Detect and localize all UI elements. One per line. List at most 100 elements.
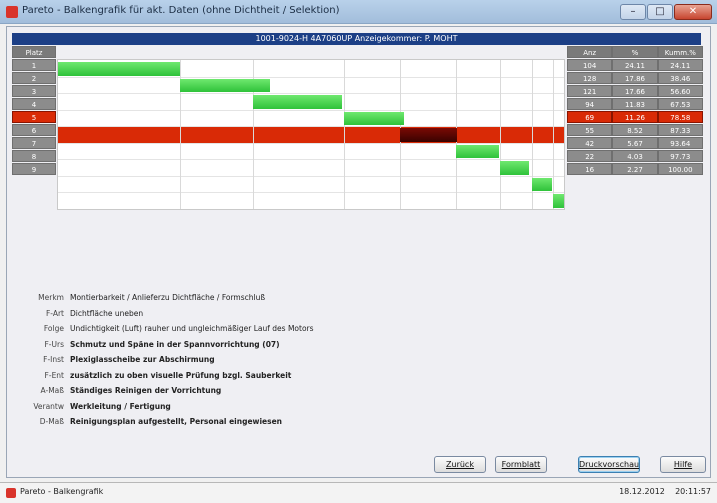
- value-row: 55 8.52 87.33: [567, 124, 703, 136]
- cumulative-cell: 38.46: [657, 72, 703, 84]
- grid-line: [58, 93, 564, 95]
- count-cell: 55: [567, 124, 613, 136]
- info-label: D-Maß: [39, 417, 64, 426]
- value-row: 128 17.86 38.46: [567, 72, 703, 84]
- title-bar: Pareto - Balkengrafik für akt. Daten (oh…: [0, 0, 717, 24]
- chart-bar: [552, 194, 564, 208]
- percent-cell: 17.66: [612, 85, 658, 97]
- info-value: Ständiges Reinigen der Vorrichtung: [70, 386, 222, 395]
- status-date: 18.12.2012: [619, 487, 665, 496]
- info-line: Merkm Montierbarkeit / Anlieferzu Dichtfl…: [22, 293, 582, 309]
- info-label: F-Inst: [43, 355, 64, 364]
- count-cell: 94: [567, 98, 613, 110]
- minimize-button[interactable]: –: [620, 4, 646, 20]
- rank-cell: 6: [12, 124, 56, 136]
- info-label: Merkm: [38, 293, 64, 302]
- status-text: Pareto - Balkengrafik: [20, 487, 104, 496]
- rank-cell: 8: [12, 150, 56, 162]
- chart-bar: [179, 78, 271, 93]
- cumulative-cell: 78.58: [657, 111, 703, 123]
- grid-line: [58, 192, 564, 194]
- grid-line: [58, 126, 564, 128]
- grid-line: [58, 109, 564, 111]
- header-count: Anz: [567, 46, 613, 58]
- chart-bar: [58, 62, 180, 76]
- app-icon: [6, 488, 16, 498]
- info-line: F-Inst Plexiglasscheibe zur Abschirmung: [22, 355, 582, 371]
- percent-cell: 4.03: [612, 150, 658, 162]
- pareto-chart: [57, 59, 565, 210]
- count-cell: 42: [567, 137, 613, 149]
- chart-bar: [499, 161, 529, 175]
- info-line: A-Maß Ständiges Reinigen der Vorrichtung: [22, 386, 582, 402]
- info-panel: Merkm Montierbarkeit / Anlieferzu Dichtfl…: [22, 293, 582, 433]
- info-label: F-Ent: [44, 370, 64, 380]
- count-cell: 128: [567, 72, 613, 84]
- info-line: Verantw Werkleitung / Fertigung: [22, 402, 582, 418]
- percent-cell: 11.26: [612, 111, 658, 123]
- count-cell: 16: [567, 163, 613, 175]
- rank-cell: 4: [12, 98, 56, 110]
- chart-bar: [455, 144, 499, 159]
- info-label: F-Urs: [44, 339, 64, 349]
- grid-line: [58, 142, 564, 144]
- info-value: Plexiglasscheibe zur Abschirmung: [70, 355, 215, 364]
- chart-bar: [252, 95, 342, 109]
- percent-cell: 2.27: [612, 163, 658, 175]
- cumulative-cell: 67.53: [657, 98, 703, 110]
- info-line: Folge Undichtigkeit (Luft) rauher und ung…: [22, 324, 582, 340]
- info-label: F-Art: [45, 308, 64, 318]
- header-cumulative: Kumm.%: [657, 46, 703, 58]
- header-percent: %: [612, 46, 658, 58]
- print-preview-button[interactable]: Druckvorschau: [578, 456, 640, 473]
- percent-cell: 5.67: [612, 137, 658, 149]
- grid-line: [552, 60, 554, 209]
- info-line: F-Art Dichtfläche uneben: [22, 309, 582, 325]
- chart-bar: [531, 177, 553, 192]
- status-bar: Pareto - Balkengrafik 18.12.2012 20:11:5…: [0, 482, 717, 503]
- info-line: F-Urs Schmutz und Späne in der Spannvorri…: [22, 340, 582, 356]
- cumulative-cell: 56.60: [657, 85, 703, 97]
- format-button[interactable]: Formblatt: [495, 456, 547, 473]
- chart-header: 1001-9024-H 4A7060UP Anzeigekommer: P. M…: [12, 33, 701, 45]
- cumulative-cell: 93.64: [657, 137, 703, 149]
- cumulative-cell: 97.73: [657, 150, 703, 162]
- close-button[interactable]: ✕: [674, 4, 712, 20]
- status-time: 20:11:57: [675, 487, 711, 496]
- info-value: Werkleitung / Fertigung: [70, 401, 171, 411]
- info-value: Undichtigkeit (Luft) rauher und ungleich…: [70, 324, 314, 333]
- info-line: D-Maß Reinigungsplan aufgestellt, Persona…: [22, 417, 582, 433]
- window-title: Pareto - Balkengrafik für akt. Daten (oh…: [22, 5, 340, 16]
- cumulative-cell: 87.33: [657, 124, 703, 136]
- status-datetime: 18.12.2012 20:11:57: [619, 487, 711, 496]
- help-button[interactable]: Hilfe: [660, 456, 706, 473]
- count-cell: 104: [567, 59, 613, 71]
- info-value: zusätzlich zu oben visuelle Prüfung bzgl…: [70, 370, 292, 380]
- cumulative-cell: 100.00: [657, 163, 703, 175]
- info-label: A-Maß: [40, 386, 64, 395]
- value-row: 22 4.03 97.73: [567, 150, 703, 162]
- percent-cell: 17.86: [612, 72, 658, 84]
- value-row: 69 11.26 78.58: [567, 111, 703, 123]
- chart-bar: [399, 128, 457, 142]
- back-button[interactable]: Zurück: [434, 456, 486, 473]
- rank-column: Platz 123456789: [12, 46, 56, 176]
- rank-cell: 2: [12, 72, 56, 84]
- value-table: Anz % Kumm.% 104 24.11 24.11 128 17.86 38.46 1…: [567, 46, 703, 176]
- value-row: 121 17.66 56.60: [567, 85, 703, 97]
- maximize-button[interactable]: □: [647, 4, 673, 20]
- info-value: Reinigungsplan aufgestellt, Personal ein…: [70, 417, 283, 426]
- info-label: Folge: [43, 324, 64, 333]
- percent-cell: 8.52: [612, 124, 658, 136]
- value-row: 104 24.11 24.11: [567, 59, 703, 71]
- rank-cell: 3: [12, 85, 56, 97]
- chart-bar: [344, 111, 405, 126]
- app-icon: [6, 6, 18, 18]
- grid-line: [58, 76, 564, 78]
- info-value: Schmutz und Späne in der Spannvorrichtun…: [70, 339, 280, 349]
- info-value: Montierbarkeit / Anlieferzu Dichtfläche …: [70, 293, 266, 302]
- count-cell: 22: [567, 150, 613, 162]
- value-table-header: Anz % Kumm.%: [567, 46, 703, 58]
- rank-cell: 7: [12, 137, 56, 149]
- info-line: F-Ent zusätzlich zu oben visuelle Prüfung…: [22, 371, 582, 387]
